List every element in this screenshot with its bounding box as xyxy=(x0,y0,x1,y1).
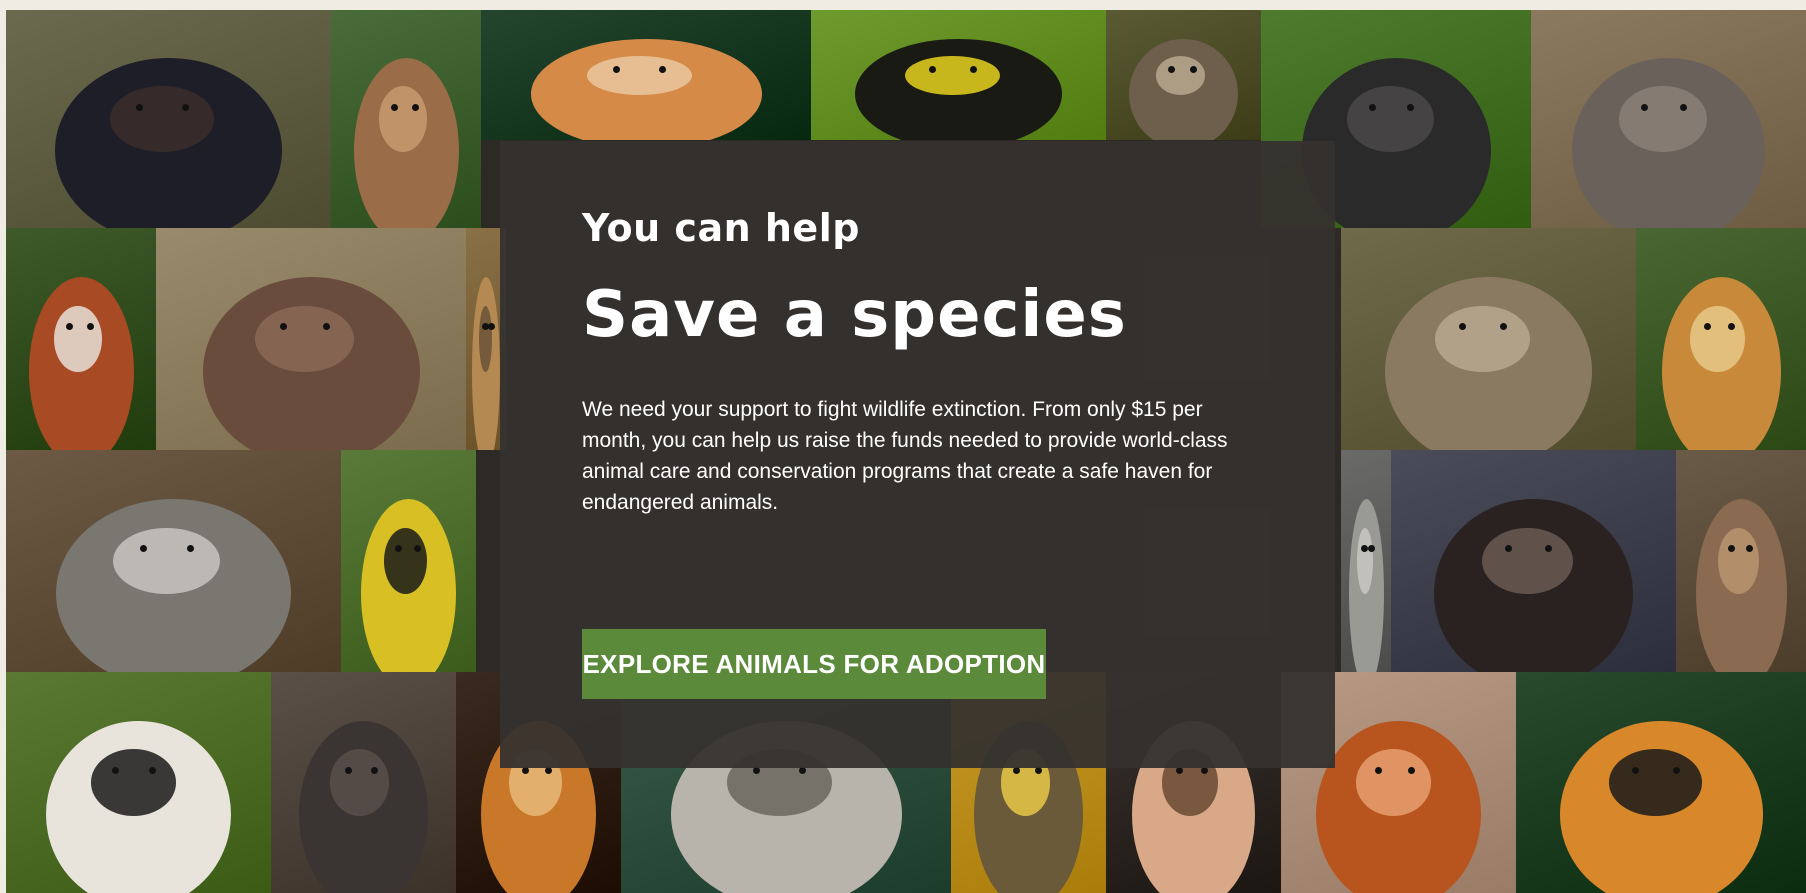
promo-kicker: You can help xyxy=(582,206,860,250)
snow-leopard-photo xyxy=(271,672,456,893)
koala-photo xyxy=(1636,228,1806,450)
honeyeater-bird-photo xyxy=(6,450,341,672)
tree-kangaroo-photo xyxy=(6,672,271,893)
tasmanian-devil-photo xyxy=(6,10,331,228)
hippopotamus-photo xyxy=(156,228,466,450)
platypus-photo xyxy=(341,450,476,672)
owl-photo xyxy=(1106,10,1261,140)
giraffe-photo xyxy=(1341,228,1636,450)
bandicoot-photo xyxy=(1341,450,1391,672)
dingo-photo xyxy=(481,10,811,140)
corroboree-frog-photo xyxy=(811,10,1106,140)
promo-body-text: We need your support to fight wildlife e… xyxy=(582,398,1228,514)
promo-headline: Save a species xyxy=(582,278,1127,352)
red-panda-photo xyxy=(6,228,156,450)
elephant-photo xyxy=(1531,10,1806,228)
animal-photo xyxy=(1516,672,1806,893)
kangaroo-photo xyxy=(331,10,481,228)
page-frame: You can help Save a species We need your… xyxy=(0,0,1806,893)
explore-animals-for-adoption-button[interactable]: EXPLORE ANIMALS FOR ADOPTION xyxy=(582,629,1046,699)
zebra-photo xyxy=(1391,450,1676,672)
save-a-species-panel: You can help Save a species We need your… xyxy=(500,141,1335,768)
wombat-photo xyxy=(1676,450,1806,672)
